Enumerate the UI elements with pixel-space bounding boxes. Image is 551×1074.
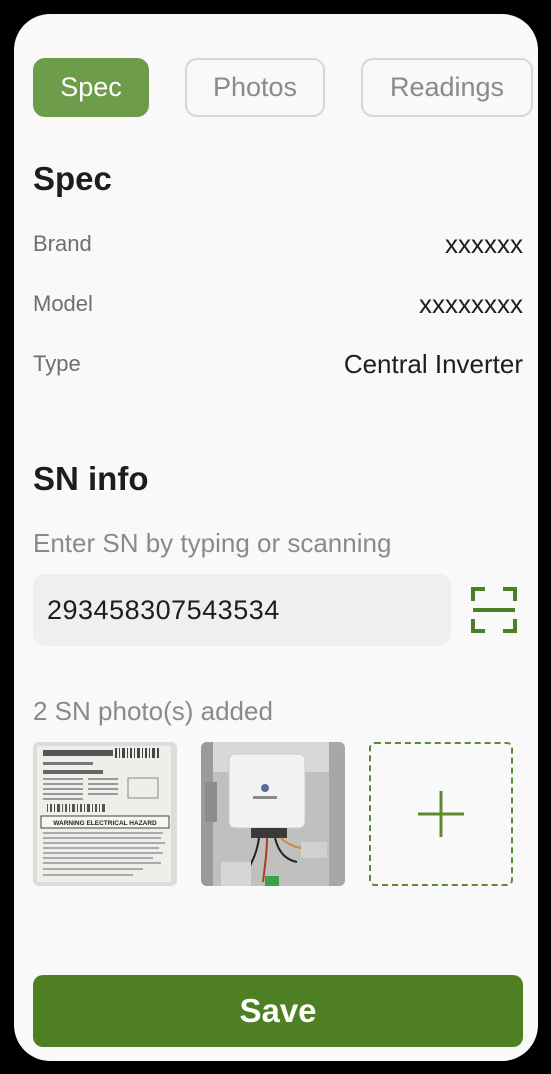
brand-value: xxxxxx <box>445 228 523 259</box>
sn-photos-count: 2 SN photo(s) added <box>33 696 273 726</box>
spec-row-model: Model xxxxxxxx <box>33 286 523 322</box>
sn-photo-thumbnail[interactable] <box>201 742 345 886</box>
type-value: Central Inverter <box>343 348 523 379</box>
spec-row-brand: Brand xxxxxx <box>33 226 523 262</box>
device-frame: Spec Photos Readings Spec Brand xxxxxx M… <box>0 0 551 1074</box>
model-label: Model <box>33 291 93 316</box>
model-value: xxxxxxxx <box>419 288 523 319</box>
tab-readings[interactable]: Readings <box>361 58 533 117</box>
save-button[interactable]: Save <box>33 975 523 1047</box>
spec-section-title: Spec <box>33 160 112 197</box>
sn-input[interactable]: 293458307543534 <box>33 574 451 646</box>
scan-icon[interactable] <box>471 587 517 633</box>
sn-info-title: SN info <box>33 460 149 497</box>
sn-photo-thumbnail[interactable]: WARNING ELECTRICAL HAZARD <box>33 742 177 886</box>
tab-photos[interactable]: Photos <box>185 58 325 117</box>
add-photo-button[interactable] <box>369 742 513 886</box>
tab-spec[interactable]: Spec <box>33 58 149 117</box>
sn-hint: Enter SN by typing or scanning <box>33 528 392 558</box>
inverter-photo <box>201 742 345 886</box>
label-sticker-photo: WARNING ELECTRICAL HAZARD <box>33 742 177 886</box>
warning-label-text: WARNING ELECTRICAL HAZARD <box>53 820 157 827</box>
plus-icon <box>418 791 464 837</box>
app-screen: Spec Photos Readings Spec Brand xxxxxx M… <box>14 14 538 1061</box>
type-label: Type <box>33 351 81 376</box>
brand-label: Brand <box>33 231 92 256</box>
spec-row-type: Type Central Inverter <box>33 346 523 382</box>
